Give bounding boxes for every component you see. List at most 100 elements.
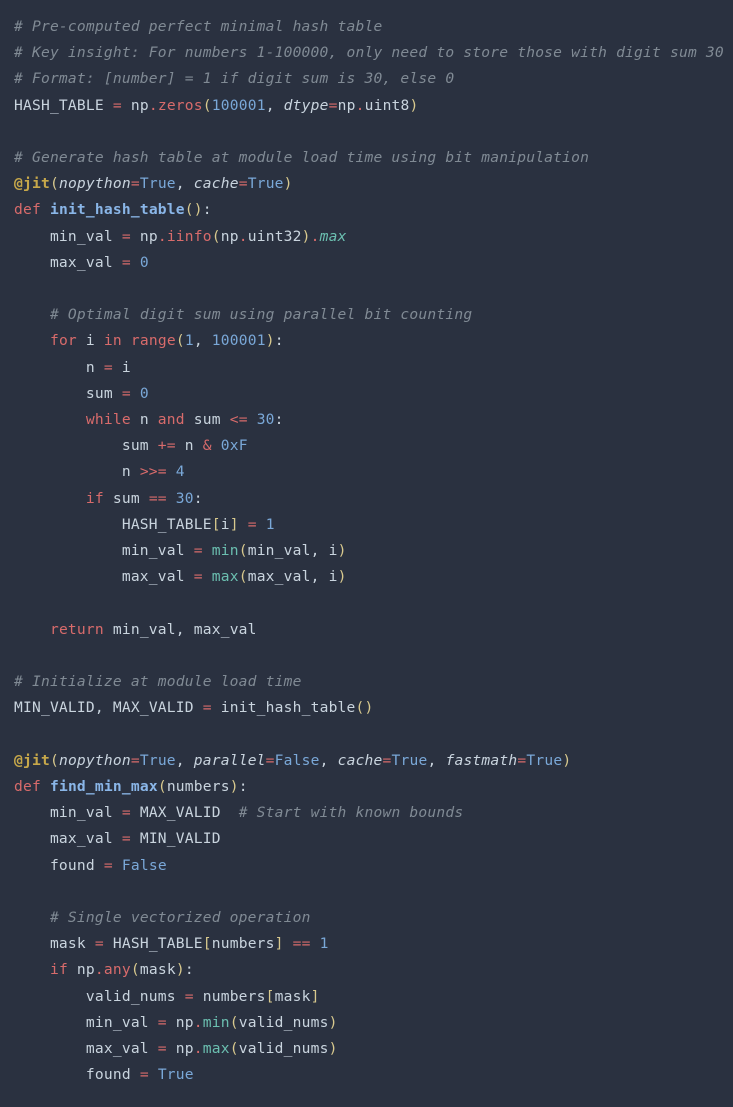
code-token: 1 [185,332,194,349]
code-token: ( [212,228,221,245]
code-token: max_val [248,568,311,585]
code-token: dtype [284,97,329,114]
code-token: def [14,778,41,795]
code-token: False [275,752,320,769]
code-token: HASH_TABLE [104,935,203,952]
code-token: ) [266,332,275,349]
code-token: . [158,228,167,245]
code-token: uint8 [365,97,410,114]
code-line: # Optimal digit sum using parallel bit c… [14,306,472,323]
code-line: HASH_TABLE = np.zeros(100001, dtype=np.u… [14,97,419,114]
code-token [14,490,86,507]
code-line: max_val = max(max_val, i) [14,568,347,585]
code-line: sum += n & 0xF [14,437,248,454]
code-line: MIN_VALID, MAX_VALID = init_hash_table() [14,699,374,716]
code-token: . [239,228,248,245]
code-token: = [122,254,131,271]
code-token: # Initialize at module load time [14,673,302,690]
code-token: = [140,1066,149,1083]
code-token: ( [50,175,59,192]
code-token [113,857,122,874]
code-token: n [131,411,158,428]
code-token: numbers [194,988,266,1005]
code-token [14,621,50,638]
code-token [14,909,50,926]
code-token: . [149,97,158,114]
code-token: = [158,1014,167,1031]
code-token: i [329,542,338,559]
code-token: min_val [14,228,122,245]
code-token: ( [239,568,248,585]
code-token: np [221,228,239,245]
code-token: : [275,411,284,428]
code-token: 1 [266,516,275,533]
code-token: 4 [176,463,185,480]
code-token: [ [203,935,212,952]
code-token: i [221,516,230,533]
code-token: if [86,490,104,507]
code-token: while [86,411,131,428]
code-token: = [383,752,392,769]
code-token: valid_nums [14,988,185,1005]
code-token: , [95,699,113,716]
code-token: 30 [176,490,194,507]
code-token: [ [266,988,275,1005]
code-token: n [14,463,140,480]
code-token: = [194,542,203,559]
code-token: np [338,97,356,114]
code-token: = [194,568,203,585]
code-token: = [517,752,526,769]
code-line: # Format: [number] = 1 if digit sum is 3… [14,70,454,87]
code-token: ( [176,332,185,349]
code-token: , [311,542,329,559]
code-token: () [185,201,203,218]
code-token: , [176,752,194,769]
code-token: # Start with known bounds [239,804,464,821]
code-token: np [167,1040,194,1057]
code-token: , [176,621,194,638]
code-token: ) [284,175,293,192]
code-token: , [320,752,338,769]
code-token: mask [140,961,176,978]
code-line: # Single vectorized operation [14,909,311,926]
code-token: = [131,175,140,192]
code-token: = [122,830,131,847]
code-token: min [212,542,239,559]
code-token: : [194,490,203,507]
code-token: MAX_VALID [113,699,203,716]
code-line: for i in range(1, 100001): [14,332,284,349]
code-token: mask [275,988,311,1005]
code-token: np [131,228,158,245]
code-token: ( [131,961,140,978]
code-token: , [266,97,284,114]
code-token: ) [338,568,347,585]
code-line: max_val = MIN_VALID [14,830,221,847]
code-token: True [392,752,428,769]
code-token [149,1066,158,1083]
code-token: ( [50,752,59,769]
code-token [131,254,140,271]
code-token: np [167,1014,194,1031]
code-token: # Generate hash table at module load tim… [14,149,589,166]
code-token: ( [230,1040,239,1057]
code-token: = [104,857,113,874]
code-line: @jit(nopython=True, parallel=False, cach… [14,752,571,769]
code-token: any [104,961,131,978]
code-token: min_val [104,621,176,638]
code-token: HASH_TABLE [14,516,212,533]
code-token: return [50,621,104,638]
code-token: ) [230,778,239,795]
code-token: np [68,961,95,978]
code-token [14,961,50,978]
code-line: min_val = np.min(valid_nums) [14,1014,338,1031]
code-line: # Generate hash table at module load tim… [14,149,589,166]
code-token: max [212,568,239,585]
code-token: True [248,175,284,192]
code-token [248,411,257,428]
code-token: cache [338,752,383,769]
code-token: zeros [158,97,203,114]
code-token: <= [230,411,248,428]
code-token: ( [230,1014,239,1031]
code-line: return min_val, max_val [14,621,257,638]
code-line: def find_min_max(numbers): [14,778,248,795]
